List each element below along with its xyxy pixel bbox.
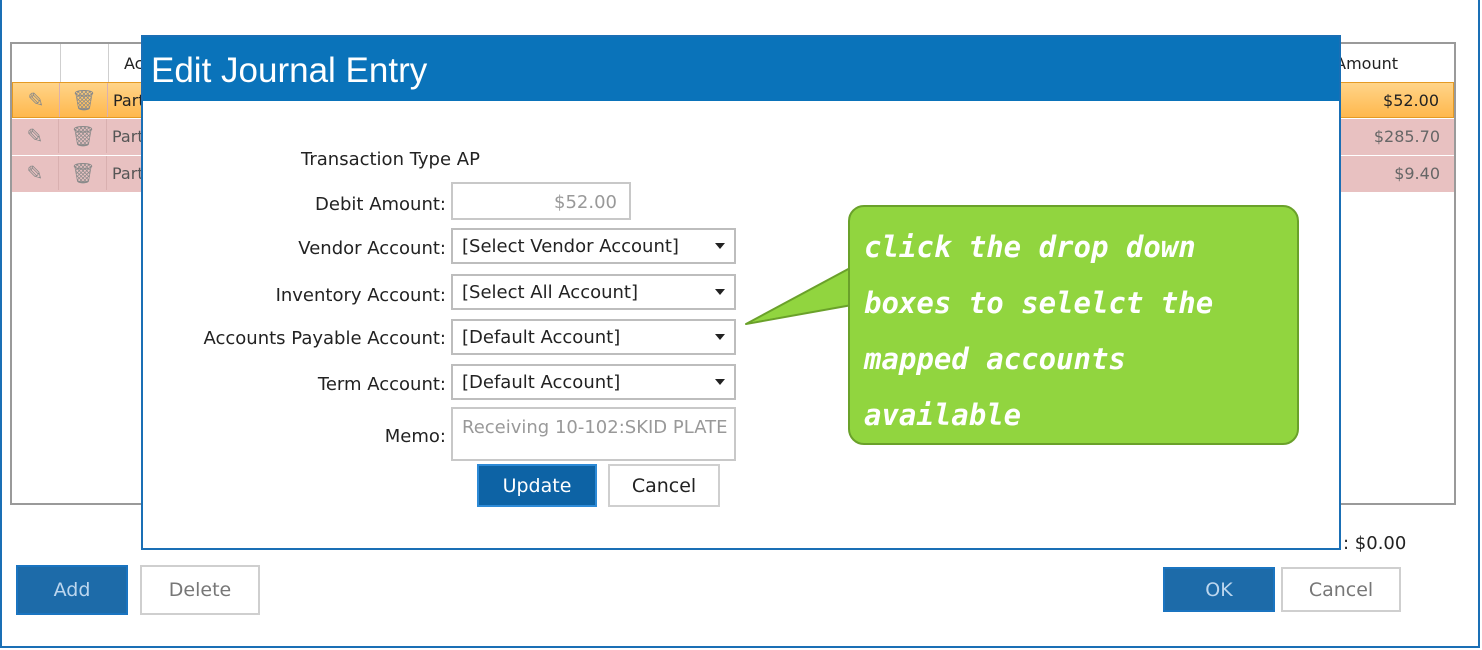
header-delete-col	[60, 44, 109, 82]
dialog-title: Edit Journal Entry	[143, 37, 1339, 101]
row-account: Part	[112, 164, 144, 183]
callout-line: boxes to selelct the	[864, 286, 1214, 320]
header-amount[interactable]: Amount	[1335, 54, 1398, 73]
term-account-value: [Default Account]	[462, 372, 621, 393]
row-account: Part	[113, 91, 145, 110]
pencil-icon[interactable]: ✎	[13, 83, 60, 117]
chevron-down-icon	[715, 379, 725, 385]
debit-amount-label: Debit Amount:	[315, 194, 446, 215]
memo-field[interactable]: Receiving 10-102:SKID PLATE 0	[451, 407, 736, 461]
chevron-down-icon	[715, 243, 725, 249]
callout-bubble: click the drop down boxes to selelct the…	[848, 205, 1299, 445]
add-button[interactable]: Add	[16, 565, 128, 615]
header-edit-col	[12, 44, 61, 82]
callout-text: click the drop down boxes to selelct the…	[864, 219, 1284, 443]
delete-button[interactable]: Delete	[140, 565, 260, 615]
row-account: Part	[112, 127, 144, 146]
accounts-payable-value: [Default Account]	[462, 327, 621, 348]
debit-amount-field[interactable]: $52.00	[451, 182, 631, 220]
total-label: : $0.00	[1343, 533, 1407, 554]
row-amount: $9.40	[1394, 164, 1440, 183]
accounts-payable-label: Accounts Payable Account:	[203, 328, 447, 349]
row-amount: $285.70	[1373, 127, 1440, 146]
ok-button[interactable]: OK	[1163, 567, 1275, 612]
trash-icon[interactable]: 🗑	[60, 119, 107, 153]
inventory-account-select[interactable]: [Select All Account]	[451, 274, 736, 310]
term-account-select[interactable]: [Default Account]	[451, 364, 736, 400]
pencil-icon[interactable]: ✎	[12, 156, 59, 190]
callout-line: available	[864, 398, 1022, 432]
trash-icon[interactable]: 🗑	[60, 156, 107, 190]
inventory-account-value: [Select All Account]	[462, 282, 639, 303]
accounts-payable-select[interactable]: [Default Account]	[451, 319, 736, 355]
dialog-cancel-button[interactable]: Cancel	[608, 464, 720, 507]
trash-icon[interactable]: 🗑	[61, 83, 108, 117]
pencil-icon[interactable]: ✎	[12, 119, 59, 153]
callout-line: mapped accounts	[864, 342, 1126, 376]
vendor-account-value: [Select Vendor Account]	[462, 236, 679, 257]
memo-label: Memo:	[384, 426, 446, 447]
term-account-label: Term Account:	[317, 374, 446, 395]
update-button[interactable]: Update	[477, 464, 597, 507]
chevron-down-icon	[715, 289, 725, 295]
vendor-account-label: Vendor Account:	[298, 238, 446, 259]
row-amount: $52.00	[1383, 91, 1439, 110]
transaction-type-label: Transaction Type AP	[301, 149, 480, 170]
vendor-account-select[interactable]: [Select Vendor Account]	[451, 228, 736, 264]
chevron-down-icon	[715, 334, 725, 340]
callout-line: click the drop down	[864, 230, 1196, 264]
inventory-account-label: Inventory Account:	[275, 285, 446, 306]
callout-pointer	[745, 266, 853, 325]
cancel-button[interactable]: Cancel	[1281, 567, 1401, 612]
